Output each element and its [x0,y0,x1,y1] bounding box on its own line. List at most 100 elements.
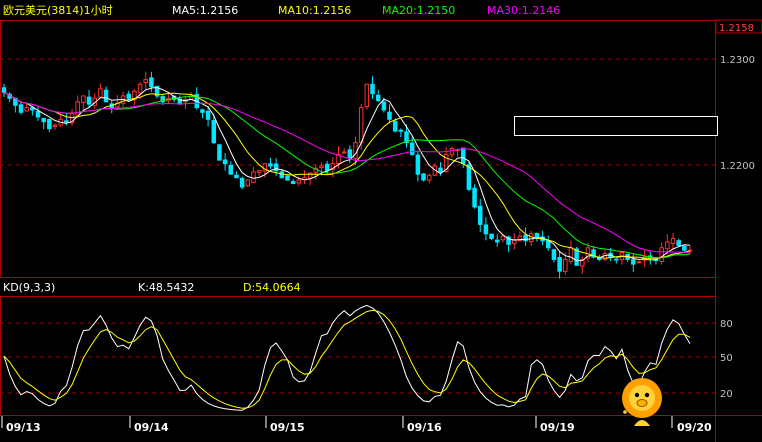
date-label-0: 09/13 [6,421,41,434]
candle-body [205,110,211,120]
candle-body [137,83,143,94]
candle-body [483,224,489,235]
chart-title: 欧元美元(3814)1小时 [3,4,113,17]
candle-body [665,241,670,250]
ma30-label: MA30:1.2146 [487,4,560,17]
price-tick-1.2300: 1.2300 [720,55,755,66]
candle-body [324,163,330,172]
candle-body [24,107,29,112]
candle-body [228,164,234,175]
kd-tick-80: 80 [720,319,733,330]
candle-body [234,174,239,179]
candle-body [52,124,58,128]
candle-body [438,167,443,173]
candle-body [676,240,681,246]
candle-body [251,171,256,183]
candle-body [273,163,279,172]
date-label-3: 09/16 [407,421,442,434]
candle-body [126,93,131,99]
candle-body [35,111,41,118]
candle-body [551,249,557,260]
ma5-line [3,86,691,262]
candle-body [41,117,46,123]
candle-body [614,258,619,261]
kd-tick-50: 50 [720,353,733,364]
candle-body [398,129,404,132]
candle-body [256,170,262,173]
candle-body [489,233,494,239]
candle-body [659,247,664,263]
candle-body [149,77,154,88]
kd-tick-20: 20 [720,389,733,400]
candle-body [563,258,568,272]
candle-body [421,173,426,181]
candle-body [546,240,551,249]
price-tick-1.2200: 1.2200 [720,161,755,172]
candle-body [1,87,7,93]
ma5-label: MA5:1.2156 [172,4,238,17]
candle-body [381,101,387,111]
candle-body [341,151,347,154]
kd-d-label: D:54.0664 [243,281,301,294]
candle-body [375,94,381,102]
date-label-1: 09/14 [134,421,169,434]
lion-mascot-icon[interactable] [622,378,662,426]
kd-panel-frame [0,296,716,416]
candle-body [319,165,324,169]
candle-body [449,148,455,156]
candle-body [636,261,642,264]
candle-body [500,235,506,241]
k-line [3,304,691,411]
candle-body [98,88,103,98]
candle-body [392,120,398,132]
candlestick-series [1,71,693,279]
date-label-2: 09/15 [270,421,305,434]
candle-body [568,247,574,262]
candle-body [415,154,421,175]
candle-body [245,179,251,187]
candle-body [426,174,432,181]
candle-body [409,142,415,155]
ma10-label: MA10:1.2156 [278,4,351,17]
candle-body [477,205,483,225]
ma20-label: MA20:1.2150 [382,4,455,17]
candle-body [222,159,228,165]
candle-body [670,237,676,245]
d-line [3,309,691,409]
candle-body [47,118,52,130]
candle-body [285,175,290,181]
candle-body [347,149,353,159]
kd-k-label: K:48.5432 [138,281,194,294]
candle-body [358,107,364,144]
candle-body [494,239,500,243]
kd-lines [3,304,691,411]
candle-body [682,245,687,251]
candle-body [268,163,273,167]
candle-body [217,144,222,161]
kline-chart-window: 1.2300 1.2200 1.2158 80 50 20 欧元美元(3814)… [0,0,762,442]
candle-body [296,179,302,184]
candle-body [18,104,24,113]
candle-body [557,257,562,272]
candle-body [103,89,109,103]
kd-name-label: KD(9,3,3) [3,281,55,294]
candle-body [631,259,636,265]
moving-average-lines [3,86,691,262]
candle-body [370,83,375,95]
candle-body [279,171,285,179]
candle-body [364,83,370,108]
candle-body [472,187,477,208]
chart-canvas[interactable]: 1.2300 1.2200 1.2158 80 50 20 欧元美元(3814)… [0,0,762,442]
candle-body [86,96,92,105]
info-box[interactable] [514,116,718,136]
candle-body [64,120,69,123]
date-label-4: 09/19 [540,421,575,434]
candle-body [81,95,86,103]
chart-frame [0,20,762,442]
candle-body [200,109,205,113]
candle-body [143,79,148,84]
candle-body [211,120,217,144]
candle-body [387,111,392,120]
current-price-label: 1.2158 [719,23,754,34]
candle-body [460,147,466,165]
